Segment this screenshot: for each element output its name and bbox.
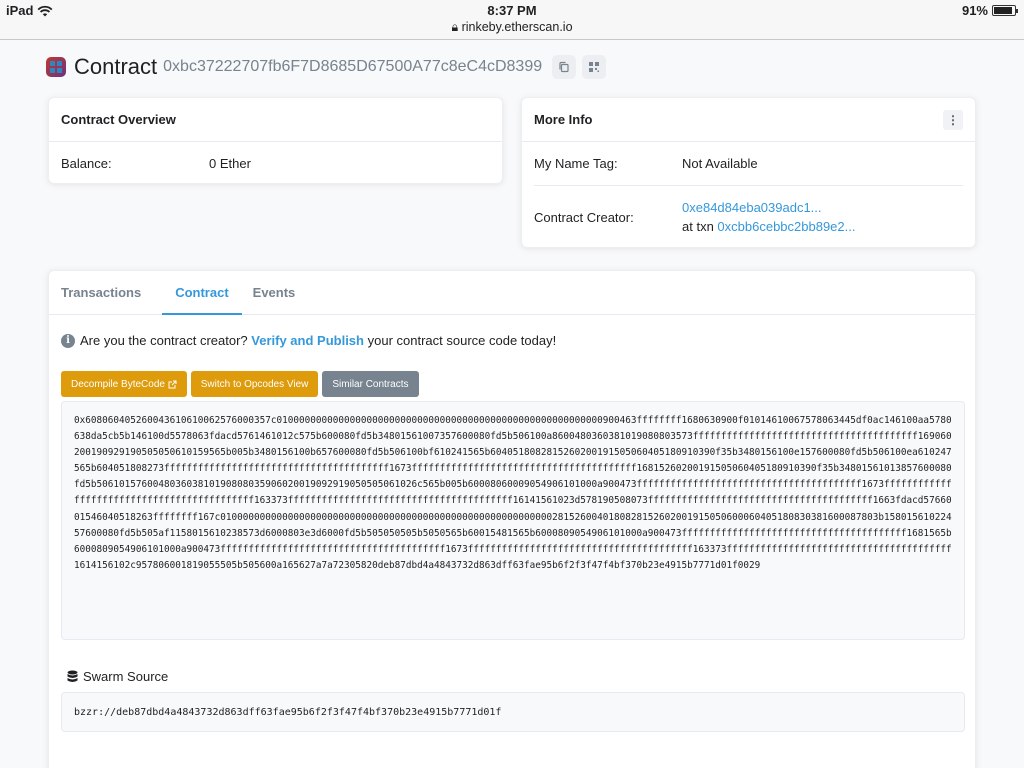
qr-code-button[interactable] — [582, 55, 607, 79]
notice-prefix: Are you the contract creator? — [80, 333, 248, 348]
info-icon: i — [61, 333, 75, 348]
battery-icon — [992, 5, 1018, 16]
page-title: Contract — [74, 54, 158, 79]
clock: 8:37 PM — [487, 3, 537, 18]
qr-code-icon — [589, 62, 600, 72]
contract-avatar — [46, 57, 66, 77]
more-options-button[interactable]: ⋮ — [943, 109, 963, 130]
verify-and-publish-link[interactable]: Verify and Publish — [251, 333, 364, 348]
creator-address-link[interactable]: 0xe84d84eba039adc1... — [682, 200, 822, 215]
url-text: rinkeby.etherscan.io — [461, 20, 573, 34]
contract-tabs-card: Transactions Contract Events i Are you t… — [48, 270, 976, 768]
copy-icon — [559, 61, 569, 73]
name-tag-label: My Name Tag: — [534, 156, 618, 171]
tab-contract[interactable]: Contract — [162, 271, 243, 315]
address-bar[interactable]: 🔒︎ rinkeby.etherscan.io — [0, 20, 1024, 35]
at-txn-label: at txn — [682, 219, 714, 234]
contract-header: Contract 0xbc37222707fb6F7D8685D67500A77… — [46, 52, 612, 82]
contract-address: 0xbc37222707fb6F7D8685D67500A77c8eC4cD83… — [163, 58, 543, 75]
notice-suffix: your contract source code today! — [367, 333, 557, 348]
ios-status-bar: iPad 8:37 PM 🔒︎ rinkeby.etherscan.io 91% — [0, 0, 1024, 40]
tab-events[interactable]: Events — [253, 271, 308, 314]
bytecode-actions: Decompile ByteCode Switch to Opcodes Vie… — [61, 371, 419, 397]
swarm-source-title: Swarm Source — [83, 669, 169, 684]
external-link-icon — [168, 380, 177, 388]
verify-notice: i Are you the contract creator? Verify a… — [61, 333, 556, 348]
name-tag-value: Not Available — [682, 156, 758, 171]
tab-bar: Transactions Contract Events — [49, 271, 975, 315]
battery-percent: 91% — [961, 3, 988, 18]
more-info-card-title: More Info ⋮ — [522, 98, 975, 142]
swarm-source-value[interactable]: bzzr://deb87dbd4a4843732d863dff63fae95b6… — [61, 692, 965, 732]
creator-txn-link[interactable]: 0xcbb6cebbc2bb89e2... — [717, 219, 855, 234]
tab-transactions[interactable]: Transactions — [61, 271, 153, 314]
similar-contracts-button[interactable]: Similar Contracts — [322, 371, 419, 397]
swarm-source-heading: Swarm Source — [67, 669, 168, 684]
battery-indicator: 91% — [961, 3, 1018, 18]
decompile-bytecode-button[interactable]: Decompile ByteCode — [61, 371, 187, 397]
switch-to-opcodes-button[interactable]: Switch to Opcodes View — [190, 371, 319, 397]
database-icon — [67, 670, 78, 682]
more-info-card: More Info ⋮ My Name Tag: Not Available C… — [521, 97, 976, 248]
contract-creator-label: Contract Creator: — [534, 209, 634, 225]
balance-label: Balance: — [61, 155, 112, 171]
bytecode-textarea[interactable]: 0x608060405260043610610062576000357c0100… — [61, 401, 965, 640]
copy-button[interactable] — [552, 55, 577, 79]
lock-icon: 🔒︎ — [451, 20, 459, 34]
kebab-icon: ⋮ — [947, 112, 959, 127]
contract-overview-card: Contract Overview Balance: 0 Ether — [48, 97, 503, 184]
overview-card-title: Contract Overview — [49, 98, 502, 142]
balance-value: 0 Ether — [209, 155, 251, 171]
